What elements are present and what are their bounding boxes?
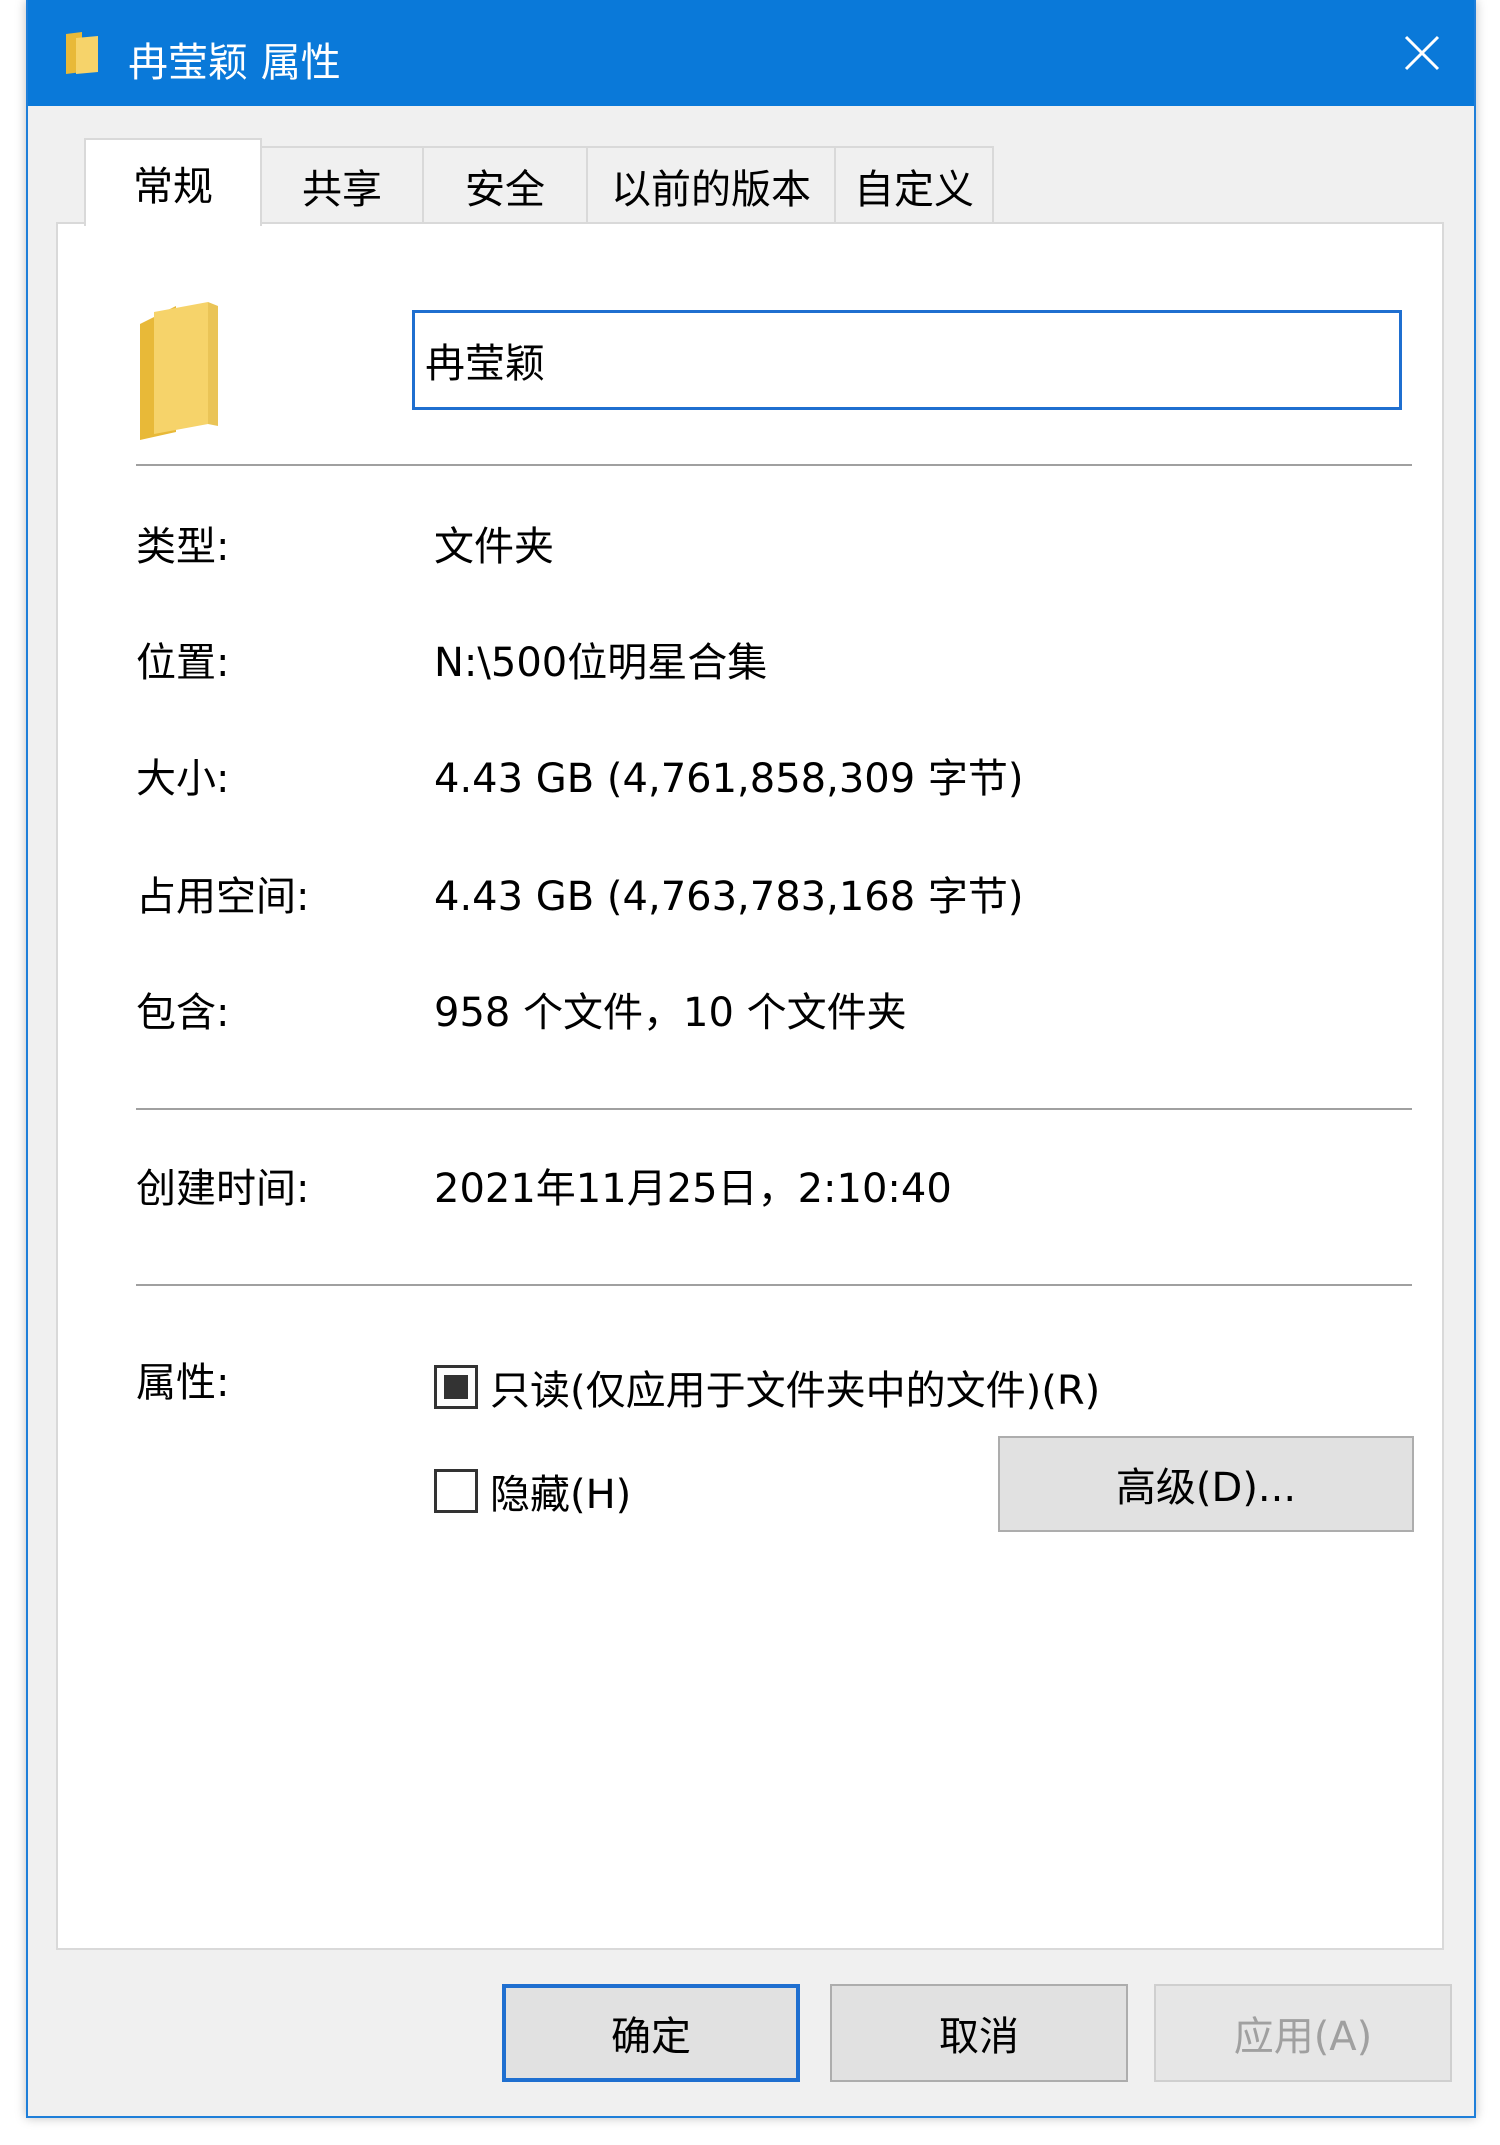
type-value: 文件夹 (434, 524, 554, 570)
hidden-checkbox-label: 隐藏(H) (490, 1472, 632, 1518)
created-label: 创建时间: (136, 1166, 310, 1212)
readonly-checkbox-box[interactable] (434, 1365, 478, 1409)
indeterminate-mark (444, 1375, 468, 1399)
contains-label: 包含: (136, 990, 230, 1036)
location-value: N:\500位明星合集 (434, 640, 768, 686)
close-button[interactable] (1370, 0, 1474, 106)
tab-sharing[interactable]: 共享 (260, 146, 424, 224)
separator (136, 464, 1412, 466)
hidden-checkbox-box[interactable] (434, 1469, 478, 1513)
contains-value: 958 个文件，10 个文件夹 (434, 990, 907, 1036)
tab-general[interactable]: 常规 (84, 138, 262, 226)
size-label: 大小: (136, 756, 230, 802)
separator (136, 1108, 1412, 1110)
close-icon (1404, 35, 1440, 71)
window-title: 冉莹颖 属性 (128, 40, 341, 86)
ok-button[interactable]: 确定 (502, 1984, 800, 2082)
folder-name-input[interactable] (412, 310, 1402, 410)
apply-button[interactable]: 应用(A) (1154, 1984, 1452, 2082)
readonly-checkbox-label: 只读(仅应用于文件夹中的文件)(R) (490, 1368, 1101, 1414)
separator (136, 1284, 1412, 1286)
location-label: 位置: (136, 640, 230, 686)
tab-customize[interactable]: 自定义 (834, 146, 994, 224)
tab-previous-versions[interactable]: 以前的版本 (586, 146, 836, 224)
folder-icon (140, 302, 218, 440)
attributes-label: 属性: (136, 1360, 230, 1406)
size-on-disk-value: 4.43 GB (4,763,783,168 字节) (434, 874, 1024, 920)
size-on-disk-label: 占用空间: (136, 874, 310, 920)
tab-strip: 常规 共享 安全 以前的版本 自定义 (56, 138, 1456, 226)
general-panel: 类型: 文件夹 位置: N:\500位明星合集 大小: 4.43 GB (4,7… (56, 222, 1444, 1950)
tab-security[interactable]: 安全 (422, 146, 588, 224)
advanced-button[interactable]: 高级(D)... (998, 1436, 1414, 1532)
title-bar[interactable]: 冉莹颖 属性 (28, 0, 1474, 106)
folder-icon (66, 32, 98, 74)
readonly-checkbox[interactable]: 只读(仅应用于文件夹中的文件)(R) (434, 1358, 1100, 1416)
hidden-checkbox[interactable]: 隐藏(H) (434, 1462, 631, 1520)
cancel-button[interactable]: 取消 (830, 1984, 1128, 2082)
type-label: 类型: (136, 524, 230, 570)
properties-window: 冉莹颖 属性 常规 共享 安全 以前的版本 自定义 类型: 文件夹 位置: N:… (26, 0, 1476, 2118)
created-value: 2021年11月25日，2:10:40 (434, 1166, 952, 1212)
size-value: 4.43 GB (4,761,858,309 字节) (434, 756, 1024, 802)
